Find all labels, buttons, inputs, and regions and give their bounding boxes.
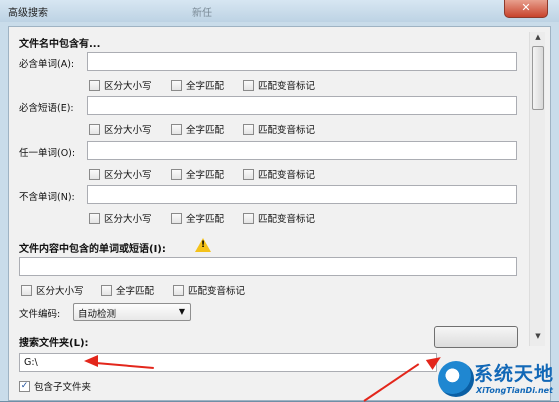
- checkbox-box[interactable]: [243, 123, 254, 135]
- row1-whole-word-checkbox[interactable]: 全字匹配: [171, 78, 224, 92]
- row4-match-case-checkbox[interactable]: 区分大小写: [89, 211, 152, 225]
- checkbox-label: 区分大小写: [104, 81, 152, 92]
- must-contain-words-input[interactable]: [87, 52, 517, 71]
- checkbox-label: 全字匹配: [116, 286, 155, 297]
- checkbox-box[interactable]: [89, 123, 100, 135]
- watermark-subtitle: XiTongTianDi.net: [476, 386, 553, 395]
- any-word-input[interactable]: [87, 141, 517, 160]
- title-bar[interactable]: 高级搜索 新任 ✕: [0, 0, 559, 22]
- background-window-title: 新任: [192, 8, 212, 19]
- row1-match-case-checkbox[interactable]: 区分大小写: [89, 78, 152, 92]
- row2-match-case-checkbox[interactable]: 区分大小写: [89, 122, 152, 136]
- checkbox-label: 区分大小写: [36, 286, 84, 297]
- vertical-scrollbar[interactable]: ▲ ▼: [529, 32, 545, 346]
- checkbox-box[interactable]: [89, 79, 100, 91]
- row3-match-diacritics-checkbox[interactable]: 匹配变音标记: [243, 167, 315, 181]
- watermark-logo-icon: [438, 361, 474, 397]
- checkbox-label: 全字匹配: [186, 170, 225, 181]
- checkbox-box[interactable]: [171, 123, 182, 135]
- annotation-arrow-head: [84, 355, 98, 367]
- close-button[interactable]: ✕: [504, 0, 548, 18]
- row2-match-diacritics-checkbox[interactable]: 匹配变音标记: [243, 122, 315, 136]
- checkbox-box[interactable]: [89, 168, 100, 180]
- checkbox-box[interactable]: [171, 168, 182, 180]
- content-section-heading: 文件内容中包含的单词或短语(I):: [19, 244, 166, 255]
- row3-match-case-checkbox[interactable]: 区分大小写: [89, 167, 152, 181]
- checkbox-label: 匹配变音标记: [258, 81, 316, 92]
- row4-whole-word-checkbox[interactable]: 全字匹配: [171, 211, 224, 225]
- checkbox-box[interactable]: [171, 79, 182, 91]
- window-title: 高级搜索: [8, 8, 48, 19]
- encoding-label: 文件编码:: [19, 309, 61, 320]
- browse-folder-button[interactable]: [434, 326, 518, 348]
- watermark: 系统天地 XiTongTianDi.net: [436, 356, 559, 401]
- checkmark-icon[interactable]: ✓: [19, 380, 30, 392]
- checkbox-label: 匹配变音标记: [188, 286, 246, 297]
- row2-whole-word-checkbox[interactable]: 全字匹配: [171, 122, 224, 136]
- checkbox-box[interactable]: [243, 212, 254, 224]
- must-contain-phrase-input[interactable]: [87, 96, 517, 115]
- advanced-search-window: 高级搜索 新任 ✕ 文件名中包含有... 必含单词(A): 区分大小写 全字匹配…: [0, 0, 559, 402]
- checkbox-box[interactable]: [243, 79, 254, 91]
- include-subfolders-checkbox[interactable]: ✓ 包含子文件夹: [19, 379, 91, 393]
- checkbox-label: 区分大小写: [104, 170, 152, 181]
- checkbox-box[interactable]: [21, 284, 32, 296]
- checkbox-label: 匹配变音标记: [258, 125, 316, 136]
- checkbox-box[interactable]: [243, 168, 254, 180]
- checkbox-box[interactable]: [101, 284, 112, 296]
- watermark-title: 系统天地: [474, 363, 555, 385]
- warning-icon: !: [195, 238, 211, 252]
- scrollbar-thumb[interactable]: [532, 46, 544, 110]
- exclude-words-label: 不含单词(N):: [19, 192, 75, 203]
- scroll-down-arrow-icon[interactable]: ▼: [530, 332, 546, 344]
- encoding-selected-value: 自动检测: [78, 309, 117, 320]
- checkbox-label: 区分大小写: [104, 125, 152, 136]
- checkbox-label: 匹配变音标记: [258, 214, 316, 225]
- content-words-input[interactable]: [19, 257, 517, 276]
- checkbox-label: 匹配变音标记: [258, 170, 316, 181]
- any-word-label: 任一单词(O):: [19, 148, 76, 159]
- encoding-select[interactable]: 自动检测 ▼: [73, 303, 191, 321]
- search-folder-input[interactable]: G:\: [19, 353, 437, 372]
- row4-match-diacritics-checkbox[interactable]: 匹配变音标记: [243, 211, 315, 225]
- dropdown-arrow-icon: ▼: [178, 307, 185, 316]
- checkbox-label: 全字匹配: [186, 214, 225, 225]
- must-contain-words-label: 必含单词(A):: [19, 59, 75, 70]
- folder-section-heading: 搜索文件夹(L):: [19, 338, 89, 349]
- content-whole-word-checkbox[interactable]: 全字匹配: [101, 283, 154, 297]
- row3-whole-word-checkbox[interactable]: 全字匹配: [171, 167, 224, 181]
- row1-match-diacritics-checkbox[interactable]: 匹配变音标记: [243, 78, 315, 92]
- checkbox-label: 全字匹配: [186, 81, 225, 92]
- checkbox-box[interactable]: [171, 212, 182, 224]
- filename-section-heading: 文件名中包含有...: [19, 39, 101, 50]
- checkbox-label: 区分大小写: [104, 214, 152, 225]
- must-contain-phrase-label: 必含短语(E):: [19, 103, 74, 114]
- content-match-case-checkbox[interactable]: 区分大小写: [21, 283, 84, 297]
- checkbox-box[interactable]: [89, 212, 100, 224]
- exclude-words-input[interactable]: [87, 185, 517, 204]
- checkbox-label: 包含子文件夹: [34, 382, 92, 393]
- content-match-diacritics-checkbox[interactable]: 匹配变音标记: [173, 283, 245, 297]
- checkbox-box[interactable]: [173, 284, 184, 296]
- scroll-up-arrow-icon[interactable]: ▲: [530, 33, 546, 45]
- checkbox-label: 全字匹配: [186, 125, 225, 136]
